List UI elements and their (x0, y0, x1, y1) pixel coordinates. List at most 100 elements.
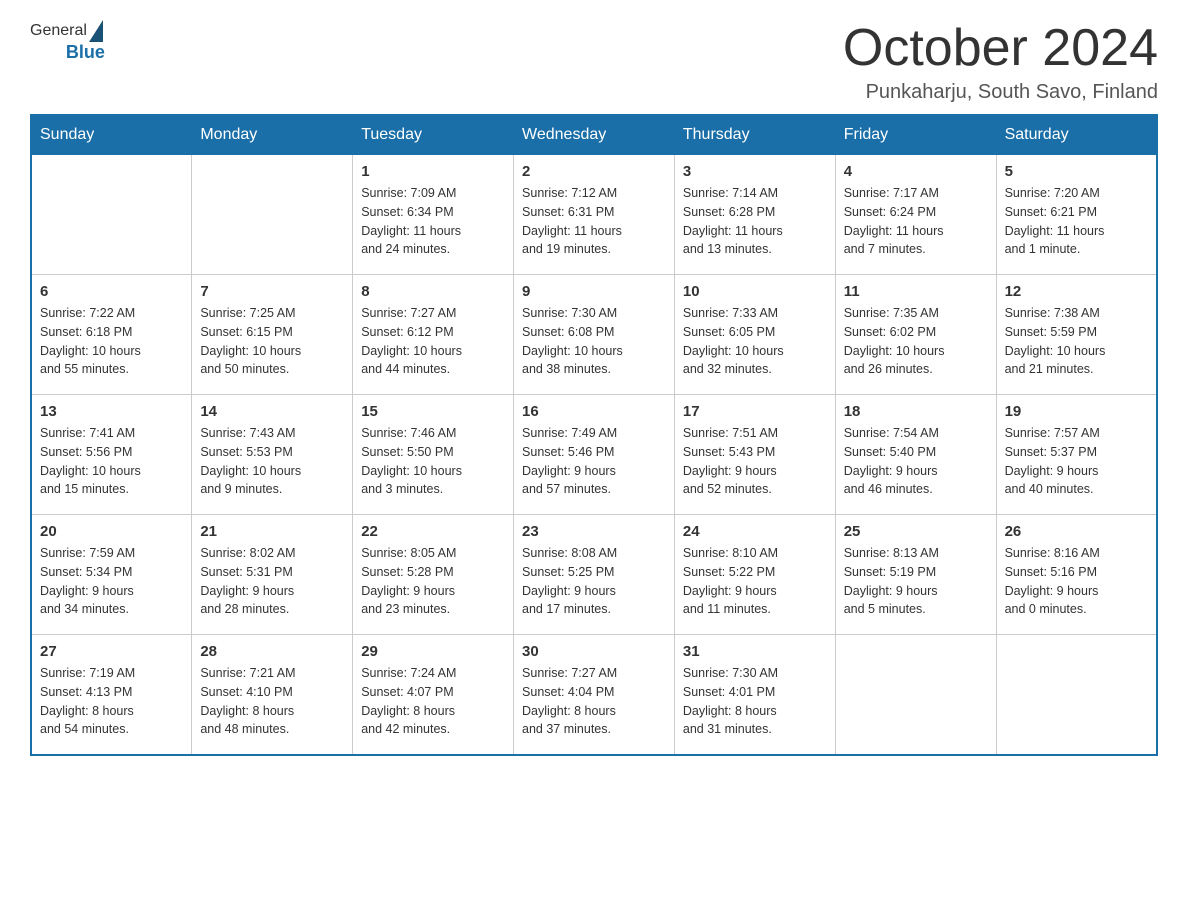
day-info: Sunrise: 7:41 AMSunset: 5:56 PMDaylight:… (40, 424, 183, 499)
day-number: 17 (683, 403, 827, 420)
day-number: 3 (683, 163, 827, 180)
day-number: 26 (1005, 523, 1148, 540)
day-number: 11 (844, 283, 988, 300)
day-info: Sunrise: 7:22 AMSunset: 6:18 PMDaylight:… (40, 304, 183, 379)
day-number: 9 (522, 283, 666, 300)
calendar-cell: 9Sunrise: 7:30 AMSunset: 6:08 PMDaylight… (514, 275, 675, 395)
calendar-cell: 1 Sunrise: 7:09 AMSunset: 6:34 PMDaylight… (353, 155, 514, 275)
day-number: 10 (683, 283, 827, 300)
day-number: 31 (683, 643, 827, 660)
day-info: Sunrise: 7:17 AMSunset: 6:24 PMDaylight:… (844, 184, 988, 259)
day-number: 6 (40, 283, 183, 300)
calendar-cell: 8 Sunrise: 7:27 AMSunset: 6:12 PMDaylight… (353, 275, 514, 395)
calendar-cell: 15 Sunrise: 7:46 AMSunset: 5:50 PMDayligh… (353, 395, 514, 515)
calendar-cell: 7 Sunrise: 7:25 AMSunset: 6:15 PMDaylight… (192, 275, 353, 395)
page-header: General Blue October 2024 Punkaharju, So… (30, 20, 1158, 104)
day-number: 29 (361, 643, 505, 660)
day-info: Sunrise: 7:49 AMSunset: 5:46 PMDaylight:… (522, 424, 666, 499)
day-info: Sunrise: 8:08 AMSunset: 5:25 PMDaylight:… (522, 544, 666, 619)
month-title: October 2024 (843, 20, 1158, 77)
day-info: Sunrise: 7:24 AMSunset: 4:07 PMDaylight:… (361, 664, 505, 739)
day-info: Sunrise: 8:02 AMSunset: 5:31 PMDaylight:… (200, 544, 344, 619)
day-info: Sunrise: 7:54 AMSunset: 5:40 PMDaylight:… (844, 424, 988, 499)
day-info: Sunrise: 7:12 AMSunset: 6:31 PMDaylight:… (522, 184, 666, 259)
day-number: 5 (1005, 163, 1148, 180)
day-number: 15 (361, 403, 505, 420)
header-tuesday: Tuesday (353, 115, 514, 155)
header-wednesday: Wednesday (514, 115, 675, 155)
header-thursday: Thursday (674, 115, 835, 155)
day-info: Sunrise: 7:25 AMSunset: 6:15 PMDaylight:… (200, 304, 344, 379)
calendar-cell: 23 Sunrise: 8:08 AMSunset: 5:25 PMDayligh… (514, 515, 675, 635)
day-number: 12 (1005, 283, 1148, 300)
day-number: 16 (522, 403, 666, 420)
header-saturday: Saturday (996, 115, 1157, 155)
day-info: Sunrise: 7:35 AMSunset: 6:02 PMDaylight:… (844, 304, 988, 379)
calendar-header-row: SundayMondayTuesdayWednesdayThursdayFrid… (31, 115, 1157, 155)
header-friday: Friday (835, 115, 996, 155)
day-info: Sunrise: 7:27 AMSunset: 6:12 PMDaylight:… (361, 304, 505, 379)
day-number: 14 (200, 403, 344, 420)
day-number: 20 (40, 523, 183, 540)
day-info: Sunrise: 7:38 AMSunset: 5:59 PMDaylight:… (1005, 304, 1148, 379)
calendar-cell: 12 Sunrise: 7:38 AMSunset: 5:59 PMDayligh… (996, 275, 1157, 395)
week-row-1: 1 Sunrise: 7:09 AMSunset: 6:34 PMDaylight… (31, 155, 1157, 275)
day-info: Sunrise: 7:51 AMSunset: 5:43 PMDaylight:… (683, 424, 827, 499)
calendar-cell: 31 Sunrise: 7:30 AMSunset: 4:01 PMDayligh… (674, 635, 835, 755)
day-info: Sunrise: 8:13 AMSunset: 5:19 PMDaylight:… (844, 544, 988, 619)
logo: General Blue (30, 20, 105, 63)
day-info: Sunrise: 7:33 AMSunset: 6:05 PMDaylight:… (683, 304, 827, 379)
calendar-cell: 19 Sunrise: 7:57 AMSunset: 5:37 PMDayligh… (996, 395, 1157, 515)
day-info: Sunrise: 7:46 AMSunset: 5:50 PMDaylight:… (361, 424, 505, 499)
day-number: 8 (361, 283, 505, 300)
calendar-cell: 16 Sunrise: 7:49 AMSunset: 5:46 PMDayligh… (514, 395, 675, 515)
calendar-cell: 25 Sunrise: 8:13 AMSunset: 5:19 PMDayligh… (835, 515, 996, 635)
day-info: Sunrise: 7:57 AMSunset: 5:37 PMDaylight:… (1005, 424, 1148, 499)
title-block: October 2024 Punkaharju, South Savo, Fin… (843, 20, 1158, 104)
logo-general-text: General (30, 22, 87, 40)
day-info: Sunrise: 7:59 AMSunset: 5:34 PMDaylight:… (40, 544, 183, 619)
calendar-cell: 14 Sunrise: 7:43 AMSunset: 5:53 PMDayligh… (192, 395, 353, 515)
day-number: 25 (844, 523, 988, 540)
calendar-cell (31, 155, 192, 275)
day-info: Sunrise: 7:43 AMSunset: 5:53 PMDaylight:… (200, 424, 344, 499)
logo-blue-text: Blue (66, 42, 105, 63)
calendar-cell: 27Sunrise: 7:19 AMSunset: 4:13 PMDayligh… (31, 635, 192, 755)
day-number: 4 (844, 163, 988, 180)
calendar-cell: 20 Sunrise: 7:59 AMSunset: 5:34 PMDayligh… (31, 515, 192, 635)
header-sunday: Sunday (31, 115, 192, 155)
day-number: 23 (522, 523, 666, 540)
calendar-cell: 3 Sunrise: 7:14 AMSunset: 6:28 PMDaylight… (674, 155, 835, 275)
week-row-3: 13Sunrise: 7:41 AMSunset: 5:56 PMDayligh… (31, 395, 1157, 515)
calendar-cell: 11 Sunrise: 7:35 AMSunset: 6:02 PMDayligh… (835, 275, 996, 395)
day-info: Sunrise: 7:09 AMSunset: 6:34 PMDaylight:… (361, 184, 505, 259)
day-number: 7 (200, 283, 344, 300)
week-row-2: 6 Sunrise: 7:22 AMSunset: 6:18 PMDaylight… (31, 275, 1157, 395)
day-info: Sunrise: 7:21 AMSunset: 4:10 PMDaylight:… (200, 664, 344, 739)
calendar-cell (835, 635, 996, 755)
calendar-cell: 5 Sunrise: 7:20 AMSunset: 6:21 PMDaylight… (996, 155, 1157, 275)
calendar-cell: 18 Sunrise: 7:54 AMSunset: 5:40 PMDayligh… (835, 395, 996, 515)
calendar-cell: 13Sunrise: 7:41 AMSunset: 5:56 PMDayligh… (31, 395, 192, 515)
calendar-cell: 2Sunrise: 7:12 AMSunset: 6:31 PMDaylight… (514, 155, 675, 275)
calendar-cell: 10 Sunrise: 7:33 AMSunset: 6:05 PMDayligh… (674, 275, 835, 395)
day-info: Sunrise: 7:14 AMSunset: 6:28 PMDaylight:… (683, 184, 827, 259)
day-info: Sunrise: 7:27 AMSunset: 4:04 PMDaylight:… (522, 664, 666, 739)
day-info: Sunrise: 7:30 AMSunset: 4:01 PMDaylight:… (683, 664, 827, 739)
logo-triangle-icon (89, 20, 103, 42)
day-number: 28 (200, 643, 344, 660)
day-info: Sunrise: 8:16 AMSunset: 5:16 PMDaylight:… (1005, 544, 1148, 619)
day-number: 19 (1005, 403, 1148, 420)
calendar-cell: 26 Sunrise: 8:16 AMSunset: 5:16 PMDayligh… (996, 515, 1157, 635)
day-number: 18 (844, 403, 988, 420)
calendar-cell: 30Sunrise: 7:27 AMSunset: 4:04 PMDayligh… (514, 635, 675, 755)
day-info: Sunrise: 8:10 AMSunset: 5:22 PMDaylight:… (683, 544, 827, 619)
day-number: 22 (361, 523, 505, 540)
calendar-cell: 29 Sunrise: 7:24 AMSunset: 4:07 PMDayligh… (353, 635, 514, 755)
calendar-cell: 21Sunrise: 8:02 AMSunset: 5:31 PMDayligh… (192, 515, 353, 635)
header-monday: Monday (192, 115, 353, 155)
day-number: 1 (361, 163, 505, 180)
day-info: Sunrise: 7:20 AMSunset: 6:21 PMDaylight:… (1005, 184, 1148, 259)
calendar-cell: 22Sunrise: 8:05 AMSunset: 5:28 PMDayligh… (353, 515, 514, 635)
calendar-cell (192, 155, 353, 275)
